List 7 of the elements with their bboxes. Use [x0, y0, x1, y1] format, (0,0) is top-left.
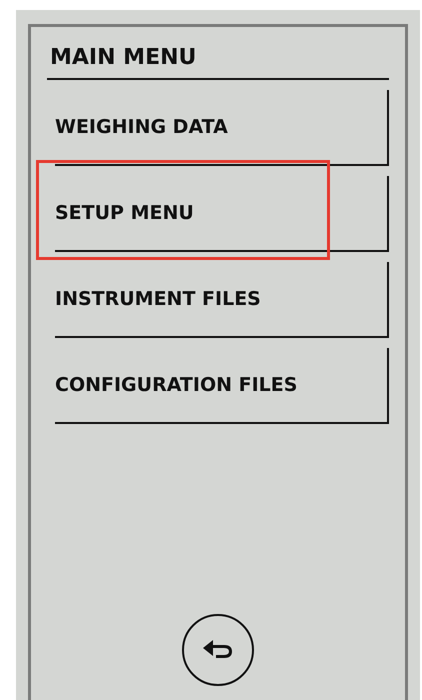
menu-title: MAIN MENU: [47, 27, 389, 80]
menu-item[interactable]: WEIGHING DATA: [55, 90, 389, 166]
back-button[interactable]: [182, 614, 254, 686]
menu-item[interactable]: CONFIGURATION FILES: [55, 348, 389, 424]
back-arrow-icon: [202, 639, 234, 661]
menu-item[interactable]: INSTRUMENT FILES: [55, 262, 389, 338]
menu-item[interactable]: SETUP MENU: [55, 176, 389, 252]
